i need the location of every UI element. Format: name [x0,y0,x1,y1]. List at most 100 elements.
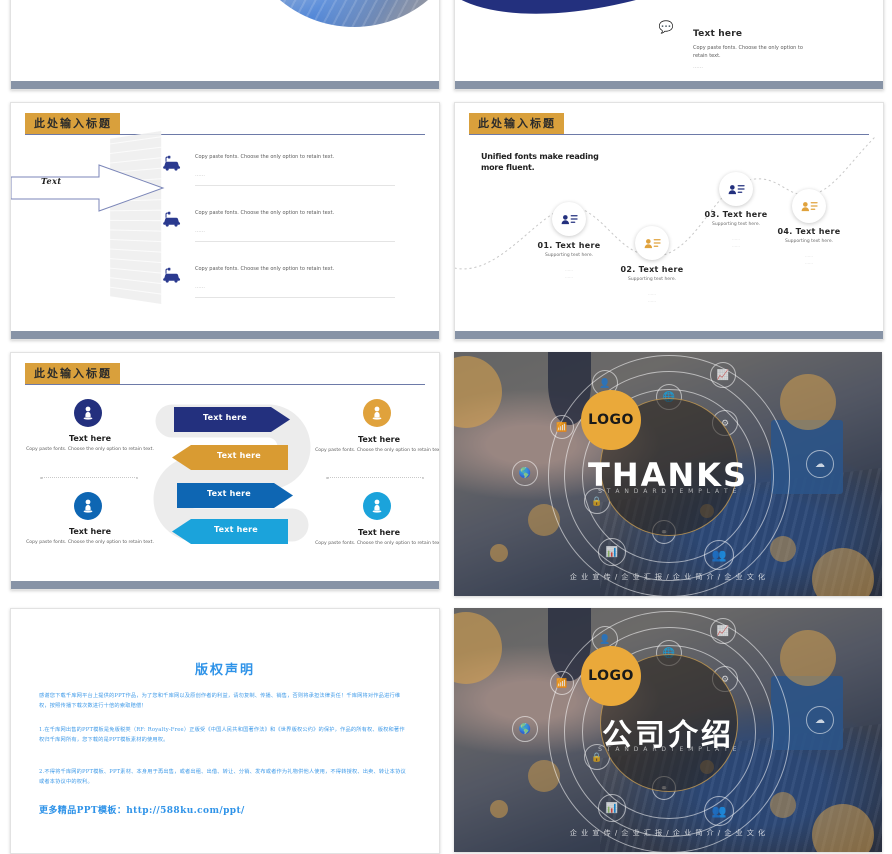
hero-subtitle: S T A N D A R D T E M P L A T E [598,488,738,495]
slide-shadow-bar [11,331,439,339]
slide-shadow-bar [455,331,883,339]
title-underline [25,134,425,135]
corner-block-bottom-left: Text here Copy paste fonts. Choose the o… [25,527,155,546]
bokeh-circle [770,792,796,818]
id-card-icon [728,184,745,194]
id-card-icon [561,214,578,224]
corner-heading: Text here [68,527,112,536]
corner-block-bottom-right: Text here Copy paste fonts. Choose the o… [314,528,439,547]
bokeh-circle [770,536,796,562]
id-card-icon [801,201,818,211]
hero-footer: 企 业 宣 传 / 企 业 汇 报 / 企 业 简 介 / 企 业 文 化 [569,573,767,581]
copyright-paragraph-1: 感谢您下载千库网平台上提供的PPT作品，为了您和千库网以及原创作者的利益，请勿复… [39,693,401,709]
car-charging-icon [163,267,180,283]
person-icon [363,492,391,520]
slide-company-intro[interactable]: 📈 👤 🌐 📶 ⚙ 🌎 🔒 ☁ 📊 👥 ⚭ LOGO 公司介绍 S T A N … [454,608,882,852]
timeline-node[interactable] [635,226,669,260]
corner-block-top-left: Text here Copy paste fonts. Choose the o… [25,434,155,453]
list-item-text: Copy paste fonts. Choose the only option… [195,210,335,216]
timeline-label: 02. Text here Supporting text here. …… …… [597,265,707,304]
timeline-label: 04. Text here Supporting text here. …… …… [754,227,864,266]
wifi-icon: 📶 [550,671,574,695]
bokeh-circle [490,800,508,818]
bar-chart-icon: 📊 [598,794,626,822]
list-item-ellipsis: …… [195,172,205,178]
corner-body: Copy paste fonts. Choose the only option… [26,447,154,452]
corner-heading: Text here [68,434,112,443]
slide-four-arrows[interactable]: 此处输入标题 Text here Text here Text here Tex… [10,352,440,590]
person-icon [74,399,102,427]
people-group-icon: 👥 [704,540,734,570]
bokeh-circle [780,374,836,430]
slide-blue-swoosh[interactable]: 💬 Text here Copy paste fonts. Choose the… [454,0,884,90]
company-intro-hero: 📈 👤 🌐 📶 ⚙ 🌎 🔒 ☁ 📊 👥 ⚭ LOGO 公司介绍 S T A N … [454,608,882,852]
slide-title-badge: 此处输入标题 [25,363,120,384]
bokeh-circle [490,544,508,562]
timeline-support: Supporting text here. [544,253,594,258]
timeline-node[interactable] [552,202,586,236]
timeline-number: 03. Text here [704,210,768,219]
brick-wall-graphic [110,130,162,305]
timeline-node[interactable] [719,172,753,206]
big-arrow-shape [11,164,165,212]
copyright-more-link[interactable]: 更多精品PPT模板：http://588ku.com/ppt/ [39,803,245,816]
copyright-wrap: 版权声明 感谢您下载千库网平台上提供的PPT作品，为了您和千库网以及原创作者的利… [11,609,439,853]
copyright-paragraph-3: 2.不得将千库网的PPT模板、PPT素材、本身用于再出售，或者出租、出借、转让、… [39,769,406,785]
slide-wall-arrow[interactable]: 此处输入标题 Text Copy paste fonts. Choose the… [10,102,440,340]
slide-shadow-bar [11,581,439,589]
timeline-dots: …… …… [648,291,656,303]
timeline-number: 04. Text here [777,227,841,236]
list-separator [195,185,395,186]
timeline-number: 02. Text here [620,265,684,274]
hero-subtitle: S T A N D A R D T E M P L A T E [598,746,738,753]
bokeh-circle [780,630,836,686]
slide-shadow-bar [455,81,883,89]
list-item-ellipsis: …… [195,284,205,290]
timeline-number: 01. Text here [537,241,601,250]
arrow-label-4: Text here [214,525,258,534]
copyright-paragraph-2: 1.在千库网出售的PPT模板是免版税类（RF: Royalty-Free）正版受… [39,727,405,743]
thanks-hero: 📈 👤 🌐 📶 ⚙ 🌎 🔒 ☁ 📊 👥 ⚭ LOGO THANKS S T A … [454,352,882,596]
corner-body: Copy paste fonts. Choose the only option… [26,540,154,545]
slide-photo-circle[interactable]: ⚭ 👥 [10,0,440,90]
car-charging-icon [163,211,180,227]
decorative-photo-circle: ⚭ 👥 [239,0,439,27]
swoosh-ellipsis: …… [693,64,703,70]
logo-badge[interactable]: LOGO [581,646,641,706]
arrow-label: Text [41,176,62,186]
corner-heading: Text here [357,435,401,444]
corner-body: Copy paste fonts. Choose the only option… [315,448,439,453]
slide-thumbnail-grid: ⚭ 👥 💬 Text here Copy paste fonts. Choose… [0,0,892,854]
bar-chart-icon: 📊 [598,538,626,566]
corner-block-top-right: Text here Copy paste fonts. Choose the o… [314,435,439,454]
slide-wave-timeline[interactable]: 此处输入标题 Unified fonts make reading more f… [454,102,884,340]
divider-right [326,476,424,479]
timeline-node[interactable] [792,189,826,223]
list-separator [195,241,395,242]
hero-footer: 企 业 宣 传 / 企 业 汇 报 / 企 业 简 介 / 企 业 文 化 [569,829,767,837]
title-underline [25,384,425,385]
slide-shadow-bar [11,81,439,89]
timeline-headline: Unified fonts make reading more fluent. [481,152,599,172]
arrow-label-2: Text here [217,451,261,460]
arrow-label-1: Text here [203,413,247,422]
logo-badge[interactable]: LOGO [581,390,641,450]
list-item-text: Copy paste fonts. Choose the only option… [195,154,335,160]
slide-title-bar: 此处输入标题 [25,113,425,135]
corner-heading: Text here [357,528,401,537]
people-group-icon: 👥 [704,796,734,826]
list-item-ellipsis: …… [195,228,205,234]
list-item-text: Copy paste fonts. Choose the only option… [195,266,335,272]
slide-title-bar: 此处输入标题 [25,363,425,385]
slide-copyright[interactable]: 版权声明 感谢您下载千库网平台上提供的PPT作品，为了您和千库网以及原创作者的利… [10,608,440,854]
copyright-title: 版权声明 [194,663,255,678]
id-card-icon [644,238,661,248]
car-charging-icon [163,155,180,171]
slide-title-badge: 此处输入标题 [25,113,120,134]
chart-icon: 📈 [710,362,736,388]
person-icon [363,399,391,427]
slide-thanks[interactable]: 📈 👤 🌐 📶 ⚙ 🌎 🔒 ☁ 📊 👥 ⚭ LOGO THANKS S T A … [454,352,882,596]
chat-bubbles-icon: 💬 [651,12,681,42]
person-icon [74,492,102,520]
wifi-icon: 📶 [550,415,574,439]
